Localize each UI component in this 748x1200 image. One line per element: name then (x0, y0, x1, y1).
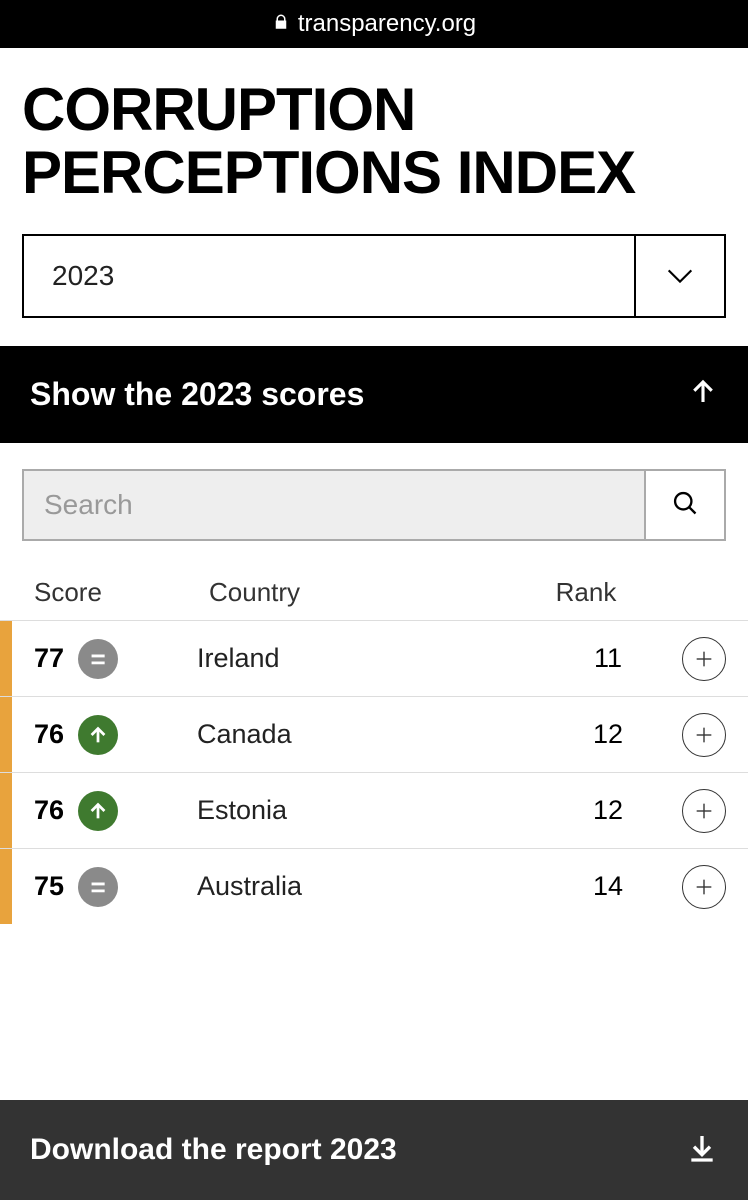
expand-button[interactable] (682, 713, 726, 757)
header-score[interactable]: Score (34, 577, 209, 608)
scores-toggle[interactable]: Show the 2023 scores (0, 346, 748, 443)
country-name: Ireland (197, 643, 538, 674)
score-value: 77 (34, 643, 64, 674)
table-row: 75 = Australia14 (0, 848, 748, 924)
country-name: Australia (197, 871, 538, 902)
year-select[interactable]: 2023 (22, 234, 726, 318)
search-input[interactable] (24, 471, 644, 539)
rank-value: 12 (538, 719, 678, 750)
trend-same-icon: = (78, 867, 118, 907)
expand-button[interactable] (682, 865, 726, 909)
table-row: 76 Canada12 (0, 696, 748, 772)
trend-same-icon: = (78, 639, 118, 679)
arrow-up-icon (688, 377, 718, 412)
trend-up-icon (78, 715, 118, 755)
table-body: 77=Ireland1176Canada1276Estonia1275=Aust… (0, 620, 748, 924)
search-row (22, 469, 726, 541)
page-title: CORRUPTION PERCEPTIONS INDEX (22, 78, 726, 204)
lock-icon (272, 10, 290, 38)
download-label: Download the report 2023 (30, 1133, 397, 1167)
country-name: Estonia (197, 795, 538, 826)
expand-button[interactable] (682, 637, 726, 681)
browser-url-bar: transparency.org (0, 0, 748, 48)
score-value: 76 (34, 795, 64, 826)
trend-up-icon (78, 791, 118, 831)
download-icon (686, 1132, 718, 1169)
country-name: Canada (197, 719, 538, 750)
search-button[interactable] (644, 471, 724, 539)
search-icon (671, 489, 699, 522)
rank-value: 14 (538, 871, 678, 902)
header-rank[interactable]: Rank (516, 577, 656, 608)
table-header: Score Country Rank (22, 565, 726, 620)
chevron-down-icon (634, 236, 724, 316)
url-text: transparency.org (298, 10, 476, 38)
table-row: 77 = Ireland11 (0, 620, 748, 696)
header-country[interactable]: Country (209, 577, 516, 608)
scores-toggle-label: Show the 2023 scores (30, 376, 364, 413)
rank-value: 11 (538, 643, 678, 674)
score-value: 75 (34, 871, 64, 902)
table-row: 76 Estonia12 (0, 772, 748, 848)
score-value: 76 (34, 719, 64, 750)
rank-value: 12 (538, 795, 678, 826)
download-report-button[interactable]: Download the report 2023 (0, 1100, 748, 1200)
year-select-value: 2023 (24, 236, 634, 316)
expand-button[interactable] (682, 789, 726, 833)
